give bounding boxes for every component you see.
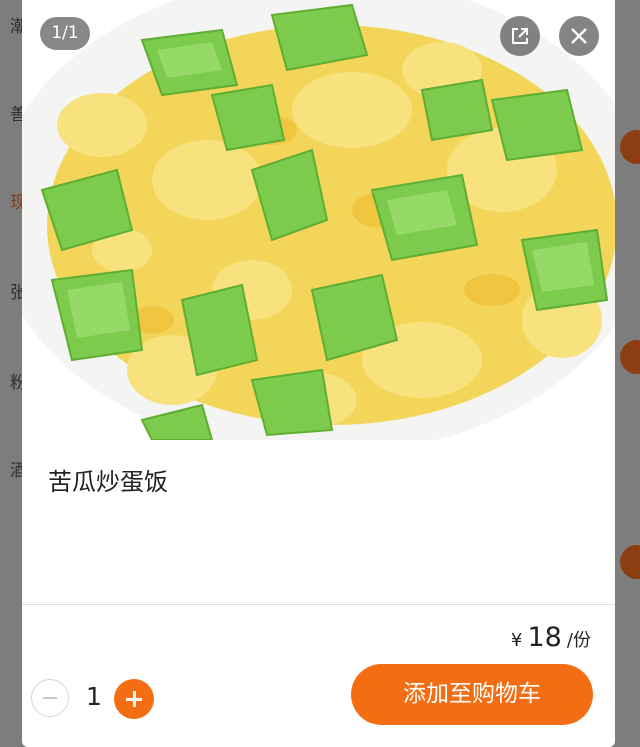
- currency-symbol: ¥: [510, 630, 523, 651]
- background-add-button: [620, 130, 640, 164]
- dish-photo-illustration: [22, 0, 615, 440]
- background-add-button: [620, 340, 640, 374]
- image-counter: 1/1: [40, 17, 90, 50]
- background-add-button: [620, 545, 640, 579]
- dish-photo: 1/1: [22, 0, 615, 440]
- close-icon: [571, 28, 587, 44]
- dish-name: 苦瓜炒蛋饭: [48, 468, 168, 496]
- decrease-quantity-button[interactable]: [31, 679, 69, 717]
- increase-quantity-button[interactable]: [114, 679, 154, 719]
- divider: [22, 604, 615, 605]
- quantity-value: 1: [86, 682, 102, 711]
- share-button[interactable]: [500, 16, 540, 56]
- share-icon: [512, 28, 528, 44]
- product-detail-modal: 1/1 苦瓜炒蛋饭 ¥ 18 /份 1 添加至购物车: [22, 0, 615, 747]
- price: ¥ 18 /份: [511, 622, 591, 653]
- close-button[interactable]: [559, 16, 599, 56]
- price-amount: 18: [527, 622, 562, 653]
- price-unit: /份: [566, 630, 591, 651]
- add-to-cart-button[interactable]: 添加至购物车: [351, 664, 593, 725]
